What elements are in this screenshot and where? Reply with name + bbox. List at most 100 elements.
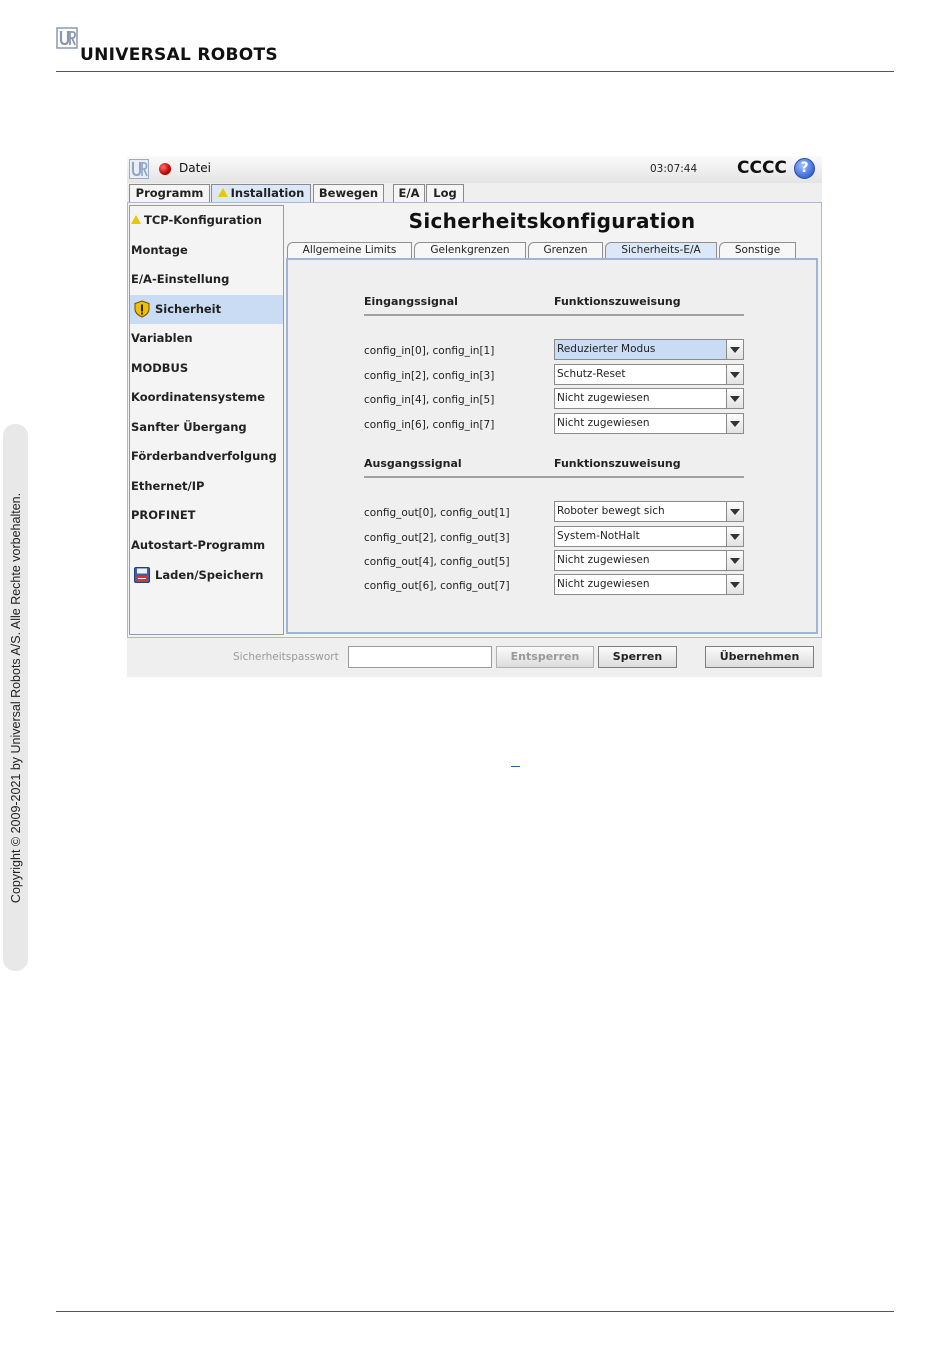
tab-bewegen[interactable]: Bewegen	[313, 184, 384, 202]
shield-icon	[134, 300, 150, 318]
apply-button[interactable]: Übernehmen	[705, 646, 814, 668]
sidebar-item-koordinatensysteme[interactable]: Koordinatensysteme	[130, 383, 283, 412]
select-value: Nicht zugewiesen	[557, 554, 650, 566]
sidebar-item-label: Variablen	[131, 331, 193, 345]
tab-sonstige[interactable]: Sonstige	[719, 242, 796, 258]
output-signal-label: config_out[4], config_out[5]	[364, 556, 510, 568]
sidebar-item-label: PROFINET	[131, 508, 196, 522]
tab-label: Bewegen	[318, 186, 379, 200]
subtab-label: Gelenkgrenzen	[430, 244, 510, 256]
tab-gelenkgrenzen[interactable]: Gelenkgrenzen	[414, 242, 526, 258]
warning-icon	[131, 215, 141, 224]
tab-programm[interactable]: Programm	[129, 184, 210, 202]
tab-installation[interactable]: Installation	[211, 184, 311, 202]
output-function-select-0[interactable]: Roboter bewegt sich	[554, 501, 744, 522]
input-signal-label: config_in[6], config_in[7]	[364, 419, 495, 431]
output-signal-label: config_out[0], config_out[1]	[364, 507, 510, 519]
sidebar-item-ea-einstellung[interactable]: E/A-Einstellung	[130, 265, 283, 294]
chevron-down-icon[interactable]	[726, 414, 743, 433]
sidebar-item-autostart-programm[interactable]: Autostart-Programm	[130, 531, 283, 560]
footer-rule	[56, 1311, 894, 1312]
lock-button[interactable]: Sperren	[598, 646, 677, 668]
subtab-label: Allgemeine Limits	[302, 244, 397, 256]
header-rule	[56, 71, 894, 72]
tab-sicherheits-ea[interactable]: Sicherheits-E/A	[605, 242, 717, 258]
output-signal-label: config_out[6], config_out[7]	[364, 580, 510, 592]
sidebar-item-label: Sicherheit	[155, 302, 222, 316]
subtab-label: Grenzen	[543, 244, 588, 256]
output-header-rule	[364, 476, 744, 478]
select-value: Roboter bewegt sich	[557, 505, 665, 517]
input-function-select-0[interactable]: Reduzierter Modus	[554, 339, 744, 360]
sidebar-item-ethernet-ip[interactable]: Ethernet/IP	[130, 472, 283, 501]
select-value: Nicht zugewiesen	[557, 392, 650, 404]
output-function-select-2[interactable]: Nicht zugewiesen	[554, 550, 744, 571]
output-signal-label: config_out[2], config_out[3]	[364, 532, 510, 544]
tab-grenzen[interactable]: Grenzen	[528, 242, 603, 258]
sidebar-item-tcp-konfiguration[interactable]: TCP-Konfiguration	[130, 206, 283, 235]
select-value: Schutz-Reset	[557, 368, 626, 380]
input-function-header: Funktionszuweisung	[554, 295, 681, 308]
unlock-button[interactable]: Entsperren	[496, 646, 594, 668]
sidebar-item-label: Autostart-Programm	[131, 538, 266, 552]
sidebar-item-modbus[interactable]: MODBUS	[130, 354, 283, 383]
tab-label: Log	[433, 186, 457, 200]
tab-label: Installation	[230, 186, 305, 200]
tab-label: Programm	[135, 186, 204, 200]
safety-io-panel: Eingangssignal Funktionszuweisung config…	[286, 258, 818, 634]
page-title: Sicherheitskonfiguration	[408, 209, 696, 233]
output-function-select-3[interactable]: Nicht zugewiesen	[554, 574, 744, 595]
chevron-down-icon[interactable]	[726, 551, 743, 570]
sidebar-item-profinet[interactable]: PROFINET	[130, 501, 283, 530]
tab-label: E/A	[398, 186, 420, 200]
sidebar-item-label: Ethernet/IP	[131, 479, 205, 493]
chevron-down-icon[interactable]	[726, 575, 743, 594]
tab-log[interactable]: Log	[426, 184, 464, 202]
input-signal-label: config_in[0], config_in[1]	[364, 345, 495, 357]
output-function-header: Funktionszuweisung	[554, 457, 681, 470]
save-icon	[134, 567, 150, 583]
input-function-select-1[interactable]: Schutz-Reset	[554, 364, 744, 385]
ur-app-logo-icon	[129, 159, 149, 179]
bottom-bar: Sicherheitspasswort Entsperren Sperren Ü…	[127, 639, 822, 677]
input-signal-label: config_in[2], config_in[3]	[364, 370, 495, 382]
sidebar-item-montage[interactable]: Montage	[130, 236, 283, 265]
safety-password-label: Sicherheitspasswort	[233, 651, 339, 663]
tab-allgemeine-limits[interactable]: Allgemeine Limits	[287, 242, 412, 258]
brand-name: UNIVERSAL ROBOTS	[80, 45, 278, 65]
polyscope-window: Datei 03:07:44 CCCC ? Programm Installat…	[127, 156, 822, 677]
tab-ea[interactable]: E/A	[393, 184, 425, 202]
copyright-text: Copyright © 2009-2021 by Universal Robot…	[8, 492, 23, 903]
ur-logo-icon	[56, 27, 78, 49]
sidebar-item-label: Laden/Speichern	[155, 568, 264, 582]
file-menu[interactable]: Datei	[179, 161, 211, 175]
chevron-down-icon[interactable]	[726, 340, 743, 359]
chevron-down-icon[interactable]	[726, 527, 743, 546]
chevron-down-icon[interactable]	[726, 502, 743, 521]
input-function-select-2[interactable]: Nicht zugewiesen	[554, 388, 744, 409]
safety-password-input[interactable]	[348, 646, 492, 668]
sidebar-item-laden-speichern[interactable]: Laden/Speichern	[130, 561, 283, 590]
sidebar-item-label: MODBUS	[131, 361, 189, 375]
select-value: Reduzierter Modus	[557, 343, 656, 355]
sidebar-item-foerderbandverfolgung[interactable]: Förderbandverfolgung	[130, 442, 283, 471]
sidebar-item-label: Sanfter Übergang	[131, 420, 247, 434]
clock: 03:07:44	[650, 163, 698, 175]
sidebar-item-sanfter-uebergang[interactable]: Sanfter Übergang	[130, 413, 283, 442]
sidebar-item-label: E/A-Einstellung	[131, 272, 230, 286]
chevron-down-icon[interactable]	[726, 389, 743, 408]
chevron-down-icon[interactable]	[726, 365, 743, 384]
sidebar-item-label: Koordinatensysteme	[131, 390, 266, 404]
select-value: Nicht zugewiesen	[557, 417, 650, 429]
input-signal-label: config_in[4], config_in[5]	[364, 394, 495, 406]
sidebar-item-variablen[interactable]: Variablen	[130, 324, 283, 353]
status-led-icon	[159, 163, 171, 175]
sidebar-item-label: Förderbandverfolgung	[131, 449, 277, 463]
footnote-link-mark[interactable]	[511, 766, 520, 767]
output-function-select-1[interactable]: System-NotHalt	[554, 526, 744, 547]
installation-sidebar: TCP-Konfiguration Montage E/A-Einstellun…	[129, 205, 284, 635]
sidebar-item-sicherheit[interactable]: Sicherheit	[130, 295, 283, 324]
input-function-select-3[interactable]: Nicht zugewiesen	[554, 413, 744, 434]
help-icon[interactable]: ?	[794, 158, 815, 179]
subtab-label: Sonstige	[734, 244, 781, 256]
